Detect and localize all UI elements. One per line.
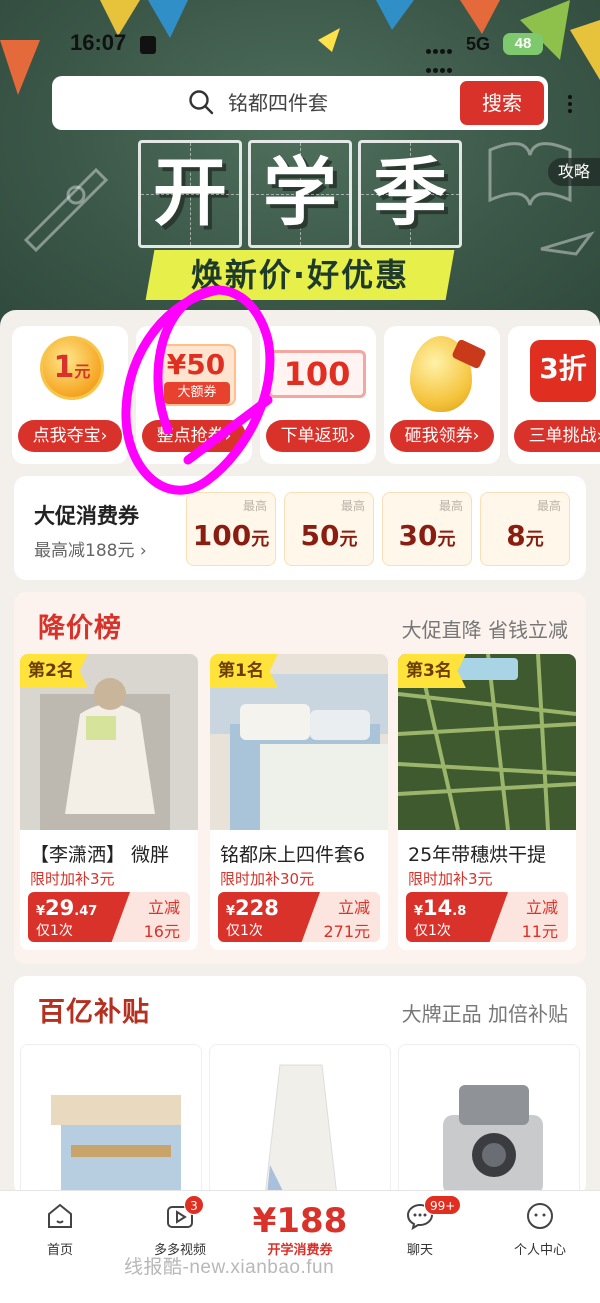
consume-coupon-link[interactable]: 最高减188元 ›: [34, 536, 147, 561]
golden-egg-icon: [392, 336, 492, 414]
rank-badge: 第3名: [398, 654, 466, 688]
product-card[interactable]: 第2名 【李潇洒】 微胖 限时加补3元 ¥29.47 仅1次 立减 16元: [20, 654, 198, 950]
promo-card-challenge[interactable]: 3折 三单挑战›: [508, 326, 600, 464]
price-drop-section: 降价榜 大促直降 省钱立减 第2名 【李潇洒】 微胖 限时加补3元 ¥29.47…: [14, 592, 586, 964]
product-name: 【李潇洒】 微胖: [30, 844, 170, 866]
banner-title-char: 开: [138, 140, 242, 248]
product-image: [210, 1045, 390, 1203]
promo-button[interactable]: 三单挑战›: [514, 420, 600, 452]
cashback-coupon-icon: 100: [268, 336, 368, 414]
watermark-text: 线报酷-new.xianbao.fun: [124, 1257, 335, 1278]
search-icon: [189, 90, 214, 115]
hero-banner[interactable]: 16:07 5G 48 搜索 开 学 季 焕新价·好优惠 攻略: [0, 0, 600, 330]
product-name: 25年带穗烘干提: [408, 844, 547, 866]
coupon-amount: ¥188: [252, 1201, 348, 1241]
consume-coupon-title: 大促消费券: [34, 504, 139, 528]
subsidy-product-card[interactable]: [398, 1044, 580, 1204]
coupon-value-card[interactable]: 最高 30元: [382, 492, 472, 566]
status-bar: 16:07 5G 48: [0, 30, 600, 73]
search-input[interactable]: [228, 88, 428, 118]
product-name: 铭都床上四件套6: [220, 844, 366, 866]
sim-icon: [140, 36, 156, 54]
battery-indicator: 48: [503, 33, 543, 55]
network-type: 5G: [466, 34, 491, 54]
home-icon: [48, 1203, 72, 1228]
price-drop-title: 降价榜: [38, 613, 122, 644]
subsidy-subtitle: 大牌正品 加倍补贴: [401, 1002, 568, 1026]
price-tag: ¥29.47 仅1次 立减 16元: [28, 892, 190, 942]
promo-card-smash[interactable]: 砸我领券›: [384, 326, 500, 464]
consume-coupon-panel[interactable]: 大促消费券 最高减188元 › 最高 100元 最高 50元 最高 30元 最高…: [14, 476, 586, 580]
main-content: 1元 点我夺宝› ¥50 大额券 整点抢券› 100 下单返现› 砸我领券› 3…: [0, 310, 600, 1204]
status-time: 16:07: [70, 30, 127, 55]
product-image: [399, 1045, 579, 1203]
product-bonus: 限时加补3元: [408, 870, 493, 888]
promo-button[interactable]: 整点抢券›: [142, 420, 246, 452]
bottom-tab-bar: 首页 3 多多视频 ¥188 开学消费券 99+ 聊天 个人中心: [0, 1190, 600, 1303]
product-bonus: 限时加补3元: [30, 870, 115, 888]
banner-title: 开 学 季: [138, 140, 464, 248]
chat-badge: 99+: [424, 1195, 462, 1215]
gold-coin-icon: 1元: [20, 336, 120, 414]
product-image: [21, 1045, 201, 1203]
signal-icon: [425, 40, 457, 73]
discount-badge-icon: 3折: [516, 336, 600, 414]
plane-doodle: [540, 231, 595, 256]
tab-home[interactable]: 首页: [10, 1201, 110, 1261]
price-drop-subtitle: 大促直降 省钱立减: [401, 618, 568, 642]
product-card[interactable]: 第3名 25年带穗烘干提 限时加补3元 ¥14.8 仅1次 立减 11元: [398, 654, 576, 950]
product-card[interactable]: 第1名 铭都床上四件套6 限时加补30元 ¥228 仅1次 立减 271元: [210, 654, 388, 950]
promo-button[interactable]: 砸我领券›: [390, 420, 494, 452]
tab-profile[interactable]: 个人中心: [490, 1201, 590, 1261]
promo-button[interactable]: 下单返现›: [266, 420, 370, 452]
promo-card-cashback[interactable]: 100 下单返现›: [260, 326, 376, 464]
profile-icon: [527, 1203, 553, 1229]
promo-card-coupon[interactable]: ¥50 大额券 整点抢券›: [136, 326, 252, 464]
coupon-value-card[interactable]: 最高 100元: [186, 492, 276, 566]
coupon-value-card[interactable]: 最高 50元: [284, 492, 374, 566]
promo-button[interactable]: 点我夺宝›: [18, 420, 122, 452]
subsidy-product-card[interactable]: [20, 1044, 202, 1204]
search-bar[interactable]: 搜索: [52, 76, 548, 130]
banner-subtitle: 焕新价·好优惠: [190, 256, 410, 294]
strategy-tag[interactable]: 攻略: [548, 158, 600, 186]
video-badge: 3: [184, 1195, 204, 1215]
search-button[interactable]: 搜索: [460, 81, 544, 125]
rank-badge: 第1名: [210, 654, 278, 688]
rocket-doodle: [23, 167, 109, 253]
promo-carousel[interactable]: 1元 点我夺宝› ¥50 大额券 整点抢券› 100 下单返现› 砸我领券› 3…: [12, 326, 600, 466]
tab-chat[interactable]: 99+ 聊天: [370, 1195, 470, 1261]
subsidy-title: 百亿补贴: [38, 997, 150, 1028]
banner-title-char: 学: [248, 140, 352, 248]
banner-title-char: 季: [358, 140, 462, 248]
coupon-value-card[interactable]: 最高 8元: [480, 492, 570, 566]
subsidy-product-card[interactable]: [209, 1044, 391, 1204]
price-tag: ¥228 仅1次 立减 271元: [218, 892, 380, 942]
more-options-icon[interactable]: [562, 92, 578, 118]
rank-badge: 第2名: [20, 654, 88, 688]
product-bonus: 限时加补30元: [220, 870, 315, 888]
subsidy-section: 百亿补贴 大牌正品 加倍补贴: [14, 976, 586, 1204]
coupon-icon: ¥50 大额券: [144, 336, 244, 414]
promo-card-treasure[interactable]: 1元 点我夺宝›: [12, 326, 128, 464]
price-tag: ¥14.8 仅1次 立减 11元: [406, 892, 568, 942]
